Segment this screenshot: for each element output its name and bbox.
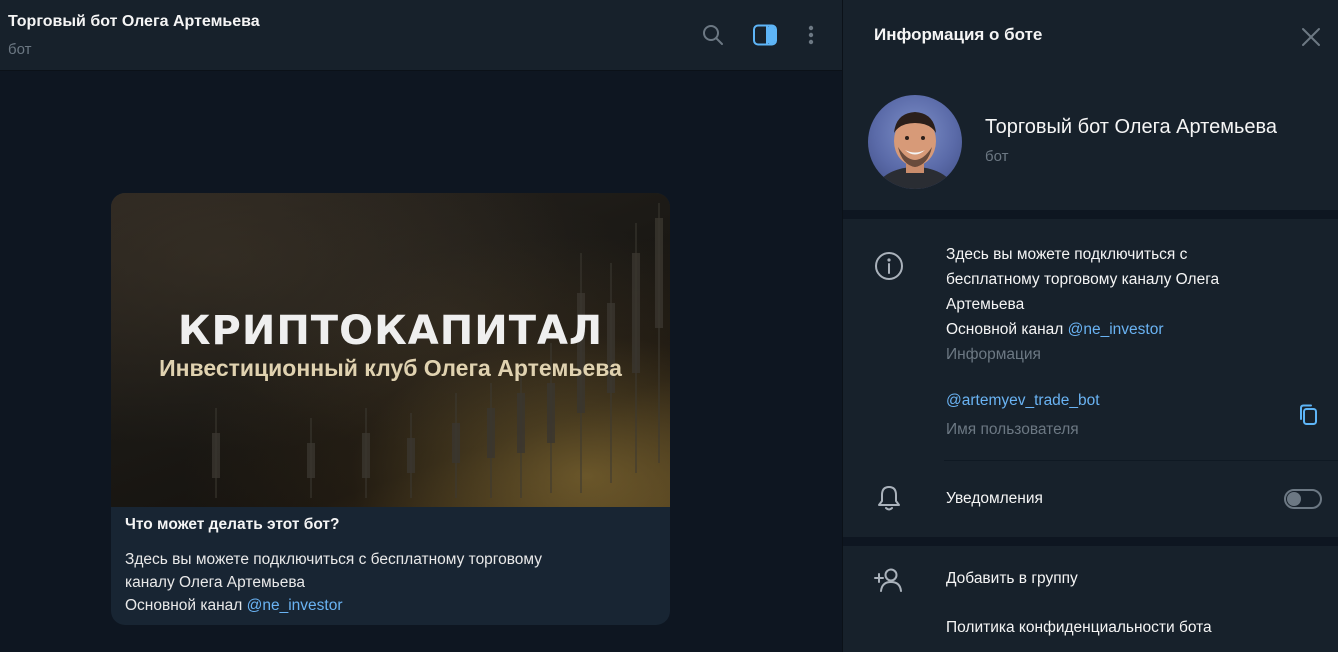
chat-area: Торговый бот Олега Артемьева бот КРИПТОК…	[0, 0, 842, 652]
card-description: Здесь вы можете подключиться с бесплатно…	[125, 548, 655, 617]
banner-title: КРИПТОКАПИТАЛ	[177, 308, 604, 354]
description-line-prefix: Основной канал	[946, 321, 1068, 338]
telegram-window: Торговый бот Олега Артемьева бот КРИПТОК…	[0, 0, 1338, 652]
add-to-group-button[interactable]: Добавить в группу	[946, 570, 1078, 588]
panel-header: Информация о боте	[843, 0, 1338, 71]
info-icon	[875, 252, 903, 280]
divider	[944, 460, 1338, 461]
username-link[interactable]: @artemyev_trade_bot	[946, 392, 1100, 410]
close-panel-button[interactable]	[1296, 22, 1326, 52]
toggle-knob	[1287, 492, 1301, 506]
notifications-toggle[interactable]	[1284, 489, 1322, 509]
panel-title: Информация о боте	[874, 25, 1043, 44]
section-separator	[843, 210, 1338, 219]
copy-username-button[interactable]	[1298, 403, 1322, 427]
description-line: бесплатному торговому каналу Олега	[946, 271, 1220, 288]
description-line: Здесь вы можете подключиться с	[946, 246, 1188, 263]
copy-icon	[1300, 404, 1317, 425]
chat-title[interactable]: Торговый бот Олега Артемьева	[8, 13, 260, 31]
sidebar-toggle-icon	[753, 24, 777, 46]
channel-link[interactable]: @ne_investor	[1068, 321, 1164, 338]
chat-subtitle: бот	[8, 41, 32, 58]
avatar-portrait-icon	[875, 112, 955, 189]
profile-section: Торговый бот Олега Артемьева бот	[843, 71, 1338, 210]
description-line: Артемьева	[946, 296, 1025, 313]
username-caption: Имя пользователя	[946, 421, 1079, 438]
sidebar-toggle-button[interactable]	[750, 20, 780, 50]
profile-name: Торговый бот Олега Артемьева	[985, 116, 1278, 138]
info-section: Здесь вы можете подключиться с бесплатно…	[843, 219, 1338, 537]
bot-description: Здесь вы можете подключиться с бесплатно…	[946, 242, 1306, 342]
card-line: каналу Олега Артемьева	[125, 574, 306, 591]
card-line: Здесь вы можете подключиться с бесплатно…	[125, 551, 543, 568]
bot-info-panel: Информация о боте Торговый бот Олега Арт…	[842, 0, 1338, 652]
chat-header: Торговый бот Олега Артемьева бот	[0, 0, 842, 71]
card-line: Основной канал @ne_investor	[125, 594, 655, 617]
more-vertical-icon	[808, 25, 814, 45]
more-options-button[interactable]	[796, 20, 826, 50]
bell-icon	[878, 486, 900, 511]
avatar[interactable]	[868, 95, 962, 189]
description-line: Основной канал @ne_investor	[946, 317, 1306, 342]
privacy-policy-button[interactable]: Политика конфиденциальности бота	[946, 619, 1212, 637]
search-button[interactable]	[698, 20, 728, 50]
notifications-label: Уведомления	[946, 490, 1043, 507]
description-caption: Информация	[946, 346, 1041, 363]
banner-subtitle: Инвестиционный клуб Олега Артемьева	[159, 355, 622, 381]
channel-link[interactable]: @ne_investor	[247, 597, 343, 614]
actions-section: Добавить в группу Политика конфиденциаль…	[843, 546, 1338, 652]
search-icon	[703, 25, 723, 45]
chat-messages: КРИПТОКАПИТАЛ Инвестиционный клуб Олега …	[0, 72, 842, 652]
section-separator	[843, 537, 1338, 546]
close-icon	[1302, 28, 1320, 46]
profile-subtitle: бот	[985, 148, 1009, 165]
card-heading: Что может делать этот бот?	[125, 516, 340, 533]
bot-intro-banner: КРИПТОКАПИТАЛ Инвестиционный клуб Олега …	[111, 193, 670, 507]
bot-intro-card: КРИПТОКАПИТАЛ Инвестиционный клуб Олега …	[111, 193, 670, 625]
add-user-icon	[874, 568, 902, 592]
card-line-prefix: Основной канал	[125, 597, 247, 614]
